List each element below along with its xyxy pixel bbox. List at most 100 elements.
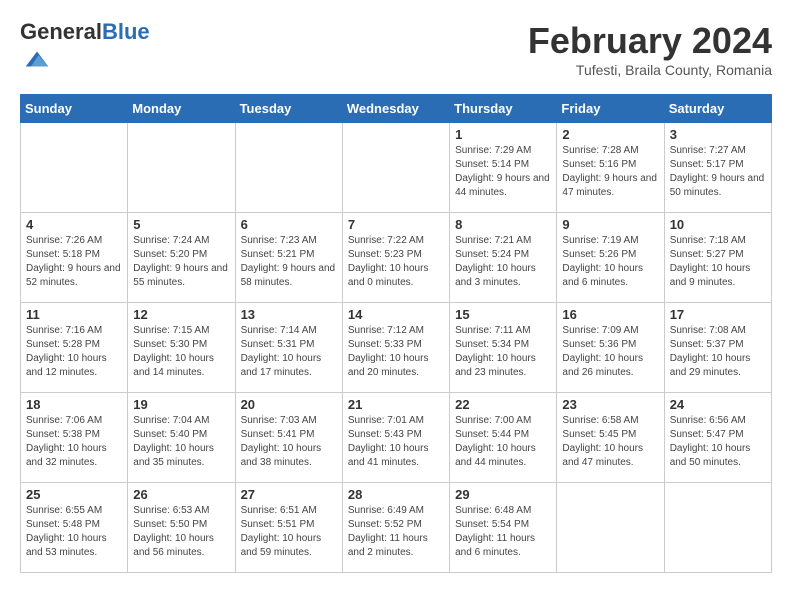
logo-general-text: General [20, 19, 102, 44]
day-number: 11 [26, 307, 122, 322]
calendar-cell: 29 Sunrise: 6:48 AMSunset: 5:54 PMDayligh… [450, 483, 557, 573]
day-info: Sunrise: 6:56 AMSunset: 5:47 PMDaylight:… [670, 414, 766, 470]
day-info: Sunrise: 7:21 AMSunset: 5:24 PMDaylight:… [455, 234, 551, 290]
day-info: Sunrise: 7:23 AMSunset: 5:21 PMDaylight:… [241, 234, 337, 290]
day-number: 24 [670, 397, 766, 412]
day-number: 15 [455, 307, 551, 322]
calendar-cell: 3 Sunrise: 7:27 AMSunset: 5:17 PMDaylight… [664, 123, 771, 213]
day-number: 17 [670, 307, 766, 322]
day-number: 12 [133, 307, 229, 322]
day-number: 4 [26, 217, 122, 232]
calendar-cell: 25 Sunrise: 6:55 AMSunset: 5:48 PMDayligh… [21, 483, 128, 573]
calendar-cell: 2 Sunrise: 7:28 AMSunset: 5:16 PMDaylight… [557, 123, 664, 213]
day-info: Sunrise: 7:11 AMSunset: 5:34 PMDaylight:… [455, 324, 551, 380]
calendar-cell: 7 Sunrise: 7:22 AMSunset: 5:23 PMDaylight… [342, 213, 449, 303]
weekday-header-friday: Friday [557, 95, 664, 123]
calendar-cell: 1 Sunrise: 7:29 AMSunset: 5:14 PMDaylight… [450, 123, 557, 213]
day-number: 13 [241, 307, 337, 322]
day-number: 25 [26, 487, 122, 502]
day-number: 14 [348, 307, 444, 322]
calendar-cell: 23 Sunrise: 6:58 AMSunset: 5:45 PMDayligh… [557, 393, 664, 483]
calendar-cell: 13 Sunrise: 7:14 AMSunset: 5:31 PMDayligh… [235, 303, 342, 393]
day-info: Sunrise: 7:18 AMSunset: 5:27 PMDaylight:… [670, 234, 766, 290]
calendar-cell: 15 Sunrise: 7:11 AMSunset: 5:34 PMDayligh… [450, 303, 557, 393]
day-number: 16 [562, 307, 658, 322]
page-header: GeneralBlue February 2024 Tufesti, Brail… [20, 20, 772, 79]
calendar-cell [664, 483, 771, 573]
calendar-cell: 8 Sunrise: 7:21 AMSunset: 5:24 PMDaylight… [450, 213, 557, 303]
calendar-cell: 19Sunrise: 7:04 AMSunset: 5:40 PMDayligh… [128, 393, 235, 483]
calendar-cell: 18 Sunrise: 7:06 AMSunset: 5:38 PMDayligh… [21, 393, 128, 483]
day-info: Sunrise: 6:55 AMSunset: 5:48 PMDaylight:… [26, 504, 122, 560]
day-info: Sunrise: 7:09 AMSunset: 5:36 PMDaylight:… [562, 324, 658, 380]
weekday-header-saturday: Saturday [664, 95, 771, 123]
day-number: 20 [241, 397, 337, 412]
day-info: Sunrise: 6:58 AMSunset: 5:45 PMDaylight:… [562, 414, 658, 470]
day-info: Sunrise: 7:04 AMSunset: 5:40 PMDaylight:… [133, 414, 229, 470]
day-info: Sunrise: 7:26 AMSunset: 5:18 PMDaylight:… [26, 234, 122, 290]
day-info: Sunrise: 7:19 AMSunset: 5:26 PMDaylight:… [562, 234, 658, 290]
calendar-cell [342, 123, 449, 213]
calendar-cell: 17 Sunrise: 7:08 AMSunset: 5:37 PMDayligh… [664, 303, 771, 393]
calendar-cell: 21 Sunrise: 7:01 AMSunset: 5:43 PMDayligh… [342, 393, 449, 483]
weekday-header-tuesday: Tuesday [235, 95, 342, 123]
week-row-1: 1 Sunrise: 7:29 AMSunset: 5:14 PMDaylight… [21, 123, 772, 213]
week-row-5: 25 Sunrise: 6:55 AMSunset: 5:48 PMDayligh… [21, 483, 772, 573]
week-row-2: 4 Sunrise: 7:26 AMSunset: 5:18 PMDaylight… [21, 213, 772, 303]
calendar-cell: 26Sunrise: 6:53 AMSunset: 5:50 PMDayligh… [128, 483, 235, 573]
calendar-cell: 20 Sunrise: 7:03 AMSunset: 5:41 PMDayligh… [235, 393, 342, 483]
day-number: 3 [670, 127, 766, 142]
calendar-cell: 28Sunrise: 6:49 AMSunset: 5:52 PMDayligh… [342, 483, 449, 573]
day-info: Sunrise: 7:12 AMSunset: 5:33 PMDaylight:… [348, 324, 444, 380]
calendar-cell [21, 123, 128, 213]
week-row-4: 18 Sunrise: 7:06 AMSunset: 5:38 PMDayligh… [21, 393, 772, 483]
day-info: Sunrise: 7:01 AMSunset: 5:43 PMDaylight:… [348, 414, 444, 470]
day-number: 23 [562, 397, 658, 412]
calendar-table: SundayMondayTuesdayWednesdayThursdayFrid… [20, 94, 772, 573]
calendar-cell: 6 Sunrise: 7:23 AMSunset: 5:21 PMDaylight… [235, 213, 342, 303]
calendar-cell [235, 123, 342, 213]
day-info: Sunrise: 7:15 AMSunset: 5:30 PMDaylight:… [133, 324, 229, 380]
day-number: 29 [455, 487, 551, 502]
calendar-cell: 27Sunrise: 6:51 AMSunset: 5:51 PMDayligh… [235, 483, 342, 573]
weekday-header-monday: Monday [128, 95, 235, 123]
day-number: 1 [455, 127, 551, 142]
weekday-header-wednesday: Wednesday [342, 95, 449, 123]
day-number: 10 [670, 217, 766, 232]
day-number: 2 [562, 127, 658, 142]
day-info: Sunrise: 7:24 AMSunset: 5:20 PMDaylight:… [133, 234, 229, 290]
day-info: Sunrise: 6:48 AMSunset: 5:54 PMDaylight:… [455, 504, 551, 560]
calendar-cell: 22Sunrise: 7:00 AMSunset: 5:44 PMDayligh… [450, 393, 557, 483]
day-info: Sunrise: 7:08 AMSunset: 5:37 PMDaylight:… [670, 324, 766, 380]
weekday-header-thursday: Thursday [450, 95, 557, 123]
day-info: Sunrise: 7:27 AMSunset: 5:17 PMDaylight:… [670, 144, 766, 200]
day-number: 8 [455, 217, 551, 232]
day-number: 28 [348, 487, 444, 502]
day-info: Sunrise: 7:03 AMSunset: 5:41 PMDaylight:… [241, 414, 337, 470]
title-section: February 2024 Tufesti, Braila County, Ro… [528, 20, 772, 78]
calendar-cell [128, 123, 235, 213]
day-number: 18 [26, 397, 122, 412]
logo: GeneralBlue [20, 20, 150, 79]
day-number: 21 [348, 397, 444, 412]
day-number: 9 [562, 217, 658, 232]
day-info: Sunrise: 7:14 AMSunset: 5:31 PMDaylight:… [241, 324, 337, 380]
day-number: 6 [241, 217, 337, 232]
month-title: February 2024 [528, 20, 772, 62]
day-number: 27 [241, 487, 337, 502]
location-subtitle: Tufesti, Braila County, Romania [528, 62, 772, 78]
calendar-cell: 12 Sunrise: 7:15 AMSunset: 5:30 PMDayligh… [128, 303, 235, 393]
calendar-cell: 10 Sunrise: 7:18 AMSunset: 5:27 PMDayligh… [664, 213, 771, 303]
day-number: 7 [348, 217, 444, 232]
day-info: Sunrise: 6:53 AMSunset: 5:50 PMDaylight:… [133, 504, 229, 560]
calendar-cell: 4 Sunrise: 7:26 AMSunset: 5:18 PMDaylight… [21, 213, 128, 303]
calendar-cell: 24 Sunrise: 6:56 AMSunset: 5:47 PMDayligh… [664, 393, 771, 483]
day-info: Sunrise: 7:00 AMSunset: 5:44 PMDaylight:… [455, 414, 551, 470]
day-info: Sunrise: 7:28 AMSunset: 5:16 PMDaylight:… [562, 144, 658, 200]
logo-blue-text: Blue [102, 19, 150, 44]
day-info: Sunrise: 7:29 AMSunset: 5:14 PMDaylight:… [455, 144, 551, 200]
day-info: Sunrise: 7:16 AMSunset: 5:28 PMDaylight:… [26, 324, 122, 380]
calendar-cell: 9 Sunrise: 7:19 AMSunset: 5:26 PMDaylight… [557, 213, 664, 303]
day-info: Sunrise: 7:22 AMSunset: 5:23 PMDaylight:… [348, 234, 444, 290]
day-info: Sunrise: 7:06 AMSunset: 5:38 PMDaylight:… [26, 414, 122, 470]
